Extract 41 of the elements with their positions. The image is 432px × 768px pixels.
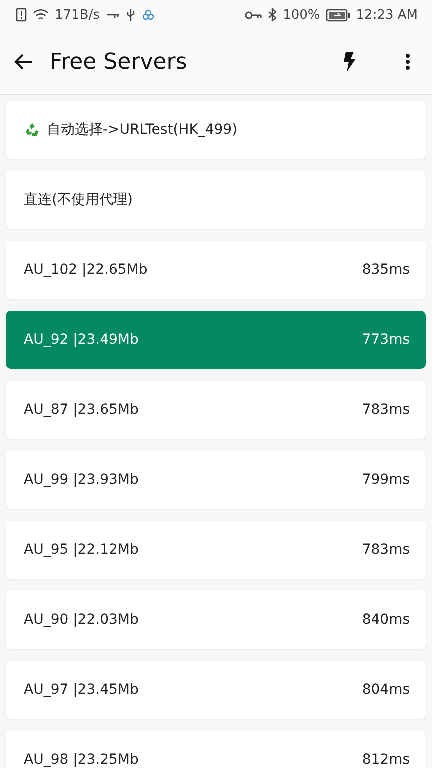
battery-charging-icon [326,8,350,22]
server-item[interactable]: AU_95 |22.12Mb 783ms [6,521,426,579]
server-item[interactable]: AU_87 |23.65Mb 783ms [6,381,426,439]
cloud-icon [142,8,155,22]
clock: 12:23 AM [356,8,418,22]
server-item[interactable]: AU_98 |23.25Mb 812ms [6,731,426,768]
server-name: AU_98 |23.25Mb [24,752,140,768]
server-item[interactable]: AU_99 |23.93Mb 799ms [6,451,426,509]
server-name: 自动选择->URLTest(HK_499) [47,121,239,139]
server-item[interactable]: AU_90 |22.03Mb 840ms [6,591,426,649]
latency: 783ms [362,402,410,418]
server-name: AU_102 |22.65Mb [24,262,149,278]
latency: 799ms [362,472,410,488]
usb-icon [126,8,136,22]
server-name: 直连(不使用代理) [24,191,134,209]
more-menu-icon[interactable] [405,53,411,71]
server-item[interactable]: AU_92 |23.49Mb 773ms [6,311,426,369]
latency: 835ms [362,262,410,278]
sim-alert-icon [16,8,27,22]
wifi-icon [33,8,49,22]
server-name: AU_97 |23.45Mb [24,682,140,698]
latency: 773ms [362,332,410,348]
latency: 840ms [362,612,410,628]
server-name: AU_99 |23.93Mb [24,472,140,488]
latency: 783ms [362,542,410,558]
network-speed: 171B/s [55,8,100,22]
server-name: AU_95 |22.12Mb [24,542,140,558]
latency: 812ms [362,752,410,768]
server-item[interactable]: 直连(不使用代理) [6,171,426,229]
server-item[interactable]: AU_97 |23.45Mb 804ms [6,661,426,719]
server-name: AU_87 |23.65Mb [24,402,140,418]
server-item[interactable]: 自动选择->URLTest(HK_499) [6,101,426,159]
latency: 804ms [362,682,410,698]
battery-percent: 100% [283,8,320,22]
server-name: AU_92 |23.49Mb [24,332,140,348]
server-name: AU_90 |22.03Mb [24,612,140,628]
bluetooth-icon [268,8,278,22]
server-item[interactable]: AU_102 |22.65Mb 835ms [6,241,426,299]
recycle-icon [24,122,41,138]
page-title: Free Servers [50,50,188,74]
lightning-icon[interactable] [343,52,357,72]
